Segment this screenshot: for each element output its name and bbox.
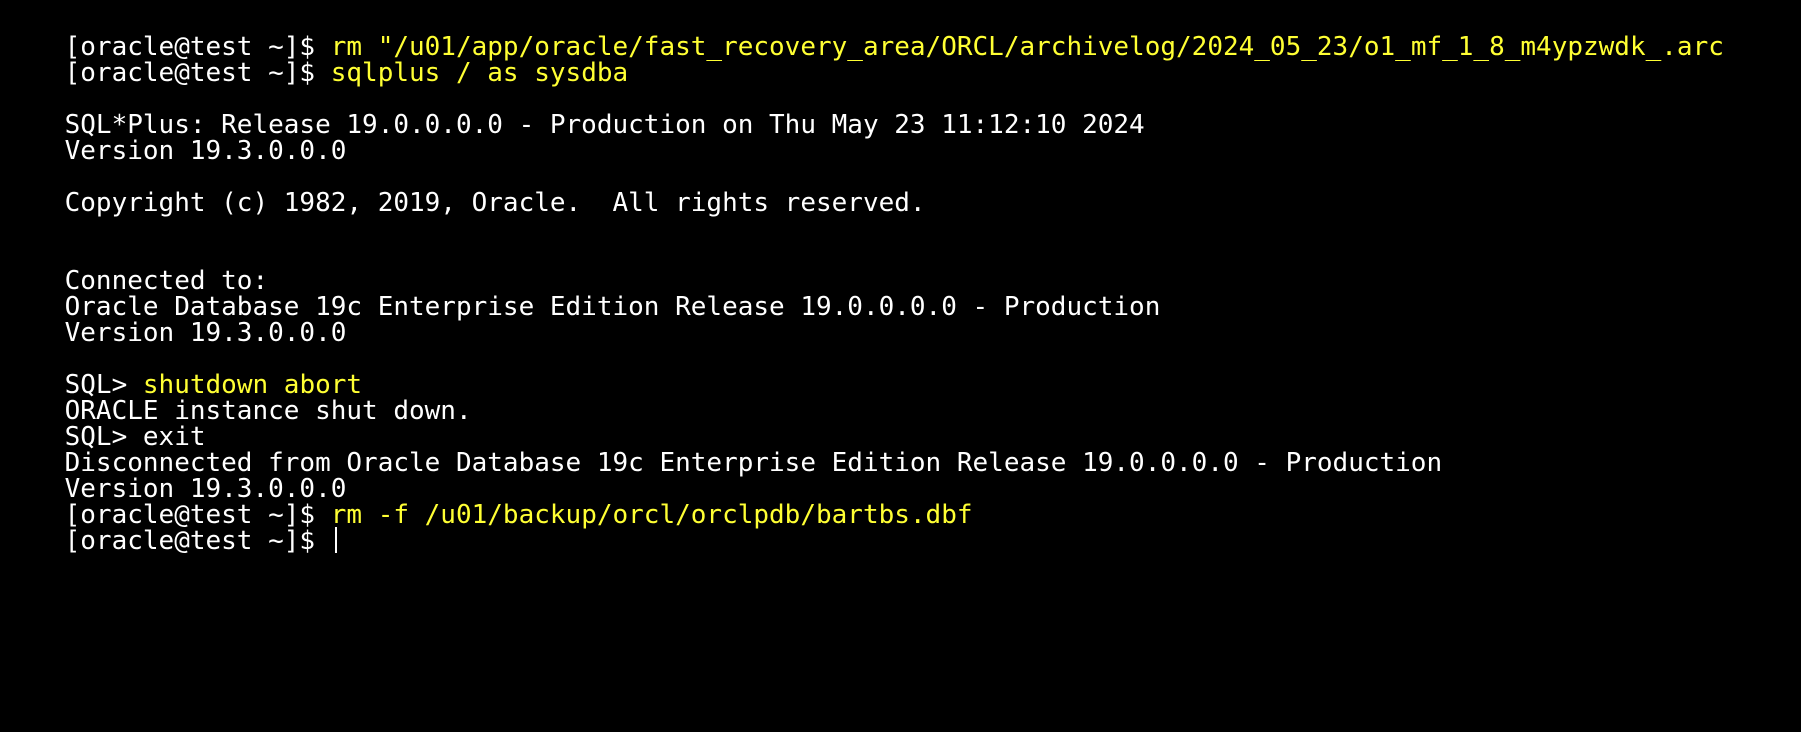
terminal-line: Copyright (c) 1982, 2019, Oracle. All ri… — [2, 158, 926, 218]
terminal-line: [oracle@test ~]$ sqlplus / as sysdba — [2, 28, 629, 88]
text-cursor — [334, 527, 337, 553]
output-text: Copyright (c) 1982, 2019, Oracle. All ri… — [64, 188, 926, 218]
terminal-window[interactable]: [oracle@test ~]$ rm "/u01/app/oracle/fas… — [0, 0, 1801, 732]
command-text: rm -f /u01/backup/orcl/orclpdb/bartbs.db… — [330, 500, 973, 530]
shell-prompt: [oracle@test ~]$ — [64, 526, 331, 556]
terminal-line: Version 19.3.0.0.0 — [2, 288, 347, 348]
terminal-line: Version 19.3.0.0.0 — [2, 106, 347, 166]
terminal-input-line[interactable]: [oracle@test ~]$ — [2, 496, 337, 556]
